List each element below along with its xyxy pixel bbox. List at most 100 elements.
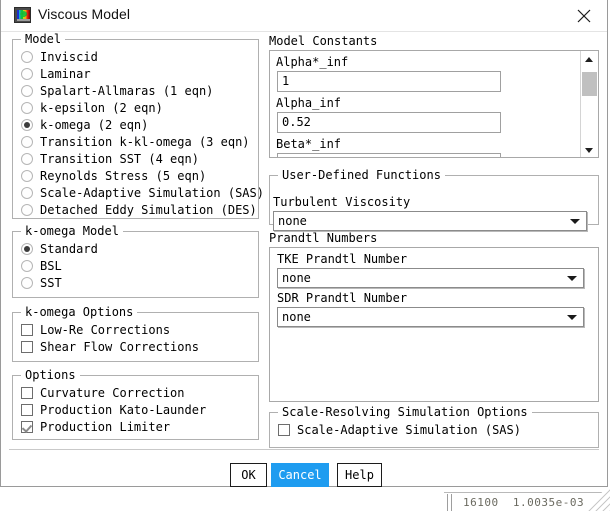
model-constants-list[interactable]: Alpha*_inf 1 Alpha_inf 0.52 Beta*_inf xyxy=(269,50,599,158)
checkbox-low-re-corrections[interactable]: Low-Re Corrections xyxy=(21,321,170,338)
radio-label: Transition k-kl-omega (3 eqn) xyxy=(40,134,250,149)
fluent-app-icon xyxy=(14,7,31,23)
model-constants-scrollbar[interactable] xyxy=(580,51,598,157)
radio-label: SST xyxy=(40,275,62,290)
radio-label: Standard xyxy=(40,241,98,256)
checkbox-label: Production Limiter xyxy=(40,419,171,434)
fluent-app-icon-stand xyxy=(17,19,30,21)
button-separator xyxy=(9,449,599,450)
radio-label: Reynolds Stress (5 eqn) xyxy=(40,168,207,183)
radio-icon xyxy=(21,67,33,80)
constant-label-alpha-inf: Alpha_inf xyxy=(276,96,342,110)
cancel-button[interactable]: Cancel xyxy=(271,463,329,487)
radio-inviscid[interactable]: Inviscid xyxy=(21,48,98,65)
turbulent-viscosity-value: none xyxy=(278,214,307,228)
options-group-legend: Options xyxy=(21,368,80,382)
scale-resolving-simulation-options-group: Scale-Resolving Simulation Options Scale… xyxy=(269,405,599,448)
window-resize-grip[interactable] xyxy=(584,484,610,511)
radio-label: Detached Eddy Simulation (DES) xyxy=(40,202,257,217)
radio-bsl[interactable]: BSL xyxy=(21,257,62,274)
radio-k-omega[interactable]: k-omega (2 eqn) xyxy=(21,116,148,133)
radio-laminar[interactable]: Laminar xyxy=(21,65,91,82)
tke-prandtl-number-label: TKE Prandtl Number xyxy=(277,252,408,266)
dialog-body: Model Inviscid Laminar Spalart-Allmaras … xyxy=(1,31,607,487)
options-group: Options Curvature Correction Production … xyxy=(12,368,259,440)
checkbox-icon xyxy=(278,423,290,436)
radio-label: Transition SST (4 eqn) xyxy=(40,151,199,166)
radio-label: k-epsilon (2 eqn) xyxy=(40,100,163,115)
close-icon[interactable] xyxy=(562,0,606,30)
triangle-down-icon[interactable] xyxy=(581,142,598,157)
radio-icon xyxy=(21,203,33,216)
checkbox-label: Curvature Correction xyxy=(40,385,185,400)
komega-options-group-legend: k-omega Options xyxy=(21,305,138,319)
checkbox-icon xyxy=(21,386,33,399)
radio-icon xyxy=(21,84,33,97)
chevron-down-icon xyxy=(570,219,580,224)
scrollbar-thumb[interactable] xyxy=(582,72,597,96)
sdr-prandtl-number-select[interactable]: none xyxy=(277,307,584,327)
radio-icon xyxy=(21,169,33,182)
checkbox-label: Scale-Adaptive Simulation (SAS) xyxy=(297,422,521,437)
dialog-titlebar[interactable]: Viscous Model xyxy=(1,0,607,32)
radio-k-epsilon[interactable]: k-epsilon (2 eqn) xyxy=(21,99,163,116)
console-line: 16100 1.0035e-03 xyxy=(463,496,585,509)
ok-button[interactable]: OK xyxy=(230,463,267,487)
chevron-down-icon xyxy=(567,276,577,281)
triangle-up-icon[interactable] xyxy=(581,51,598,66)
viscous-model-dialog: Viscous Model Model Inviscid Laminar Spa… xyxy=(0,0,608,487)
radio-scale-adaptive-simulation[interactable]: Scale-Adaptive Simulation (SAS) xyxy=(21,184,264,201)
constant-label-beta-star-inf: Beta*_inf xyxy=(276,137,342,151)
radio-icon xyxy=(21,276,33,289)
radio-icon xyxy=(21,186,33,199)
komega-options-group: k-omega Options Low-Re Corrections Shear… xyxy=(12,305,259,362)
radio-sst[interactable]: SST xyxy=(21,274,62,291)
radio-reynolds-stress[interactable]: Reynolds Stress (5 eqn) xyxy=(21,167,206,184)
checkbox-production-limiter[interactable]: Production Limiter xyxy=(21,418,170,435)
checkbox-icon-checked xyxy=(21,420,33,433)
checkbox-production-kato-launder[interactable]: Production Kato-Launder xyxy=(21,401,206,418)
checkbox-label: Production Kato-Launder xyxy=(40,402,207,417)
constant-input-alpha-star-inf[interactable]: 1 xyxy=(277,71,501,92)
turbulent-viscosity-label: Turbulent Viscosity xyxy=(273,195,411,209)
radio-standard[interactable]: Standard xyxy=(21,240,98,257)
srs-group-legend: Scale-Resolving Simulation Options xyxy=(278,405,532,419)
radio-icon xyxy=(21,135,33,148)
radio-icon xyxy=(21,101,33,114)
console-pipe-2 xyxy=(451,494,452,511)
udf-group-legend: User-Defined Functions xyxy=(278,168,445,182)
checkbox-shear-flow-corrections[interactable]: Shear Flow Corrections xyxy=(21,338,199,355)
constant-input-beta-star-inf[interactable] xyxy=(277,153,501,157)
help-button[interactable]: Help xyxy=(337,463,382,487)
radio-icon xyxy=(21,152,33,165)
radio-icon xyxy=(21,259,33,272)
dialog-title: Viscous Model xyxy=(38,6,131,22)
checkbox-scale-adaptive-simulation[interactable]: Scale-Adaptive Simulation (SAS) xyxy=(278,421,521,438)
radio-label: Scale-Adaptive Simulation (SAS) xyxy=(40,185,264,200)
komega-model-group-legend: k-omega Model xyxy=(21,224,123,238)
radio-transition-sst[interactable]: Transition SST (4 eqn) xyxy=(21,150,199,167)
checkbox-label: Shear Flow Corrections xyxy=(40,339,199,354)
radio-label: Laminar xyxy=(40,66,91,81)
radio-icon-selected xyxy=(21,242,33,255)
console-separator xyxy=(444,492,610,493)
radio-detached-eddy-simulation[interactable]: Detached Eddy Simulation (DES) xyxy=(21,201,257,218)
model-group-legend: Model xyxy=(21,32,66,46)
tke-prandtl-number-select[interactable]: none xyxy=(277,268,584,288)
model-group: Model Inviscid Laminar Spalart-Allmaras … xyxy=(12,32,264,219)
radio-label: k-omega (2 eqn) xyxy=(40,117,149,132)
fluent-app-icon-screen xyxy=(17,10,30,19)
checkbox-icon xyxy=(21,323,33,336)
radio-icon xyxy=(21,50,33,63)
turbulent-viscosity-select[interactable]: none xyxy=(273,211,587,231)
radio-transition-k-kl-omega[interactable]: Transition k-kl-omega (3 eqn) xyxy=(21,133,250,150)
radio-label: Inviscid xyxy=(40,49,98,64)
console-pipe xyxy=(447,494,448,511)
prandtl-numbers-title: Prandtl Numbers xyxy=(269,231,378,245)
checkbox-curvature-correction[interactable]: Curvature Correction xyxy=(21,384,185,401)
sdr-prandtl-number-value: none xyxy=(282,310,311,324)
checkbox-icon xyxy=(21,340,33,353)
radio-spalart-allmaras[interactable]: Spalart-Allmaras (1 eqn) xyxy=(21,82,213,99)
constant-input-alpha-inf[interactable]: 0.52 xyxy=(277,112,501,133)
sdr-prandtl-number-label: SDR Prandtl Number xyxy=(277,291,408,305)
